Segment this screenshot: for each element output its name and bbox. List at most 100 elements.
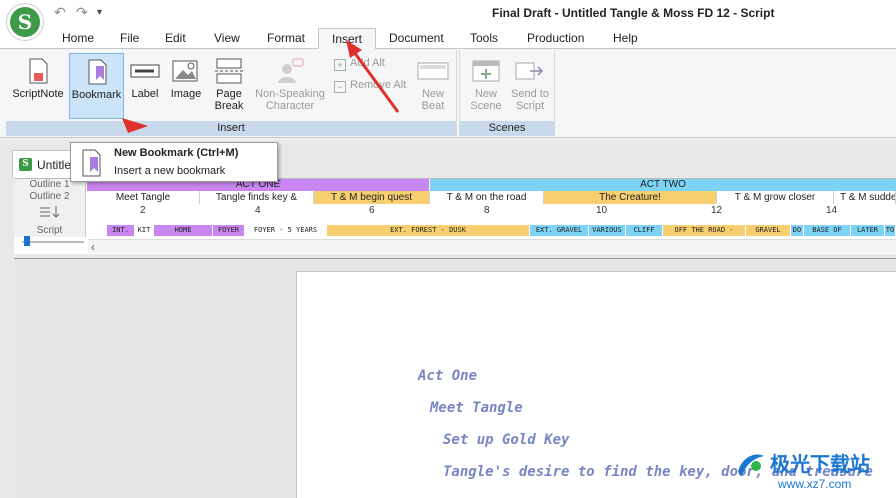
- undo-icon[interactable]: ↶: [54, 4, 66, 21]
- outline1-act-two[interactable]: ACT TWO: [430, 179, 896, 191]
- scene-block[interactable]: VARIOUS: [589, 225, 626, 236]
- window-title: Final Draft - Untitled Tangle & Moss FD …: [492, 6, 775, 20]
- scriptnote-button[interactable]: ScriptNote: [8, 53, 68, 119]
- outline2-item[interactable]: T & M on the road: [430, 191, 544, 204]
- scriptnote-label: ScriptNote: [12, 88, 64, 100]
- scene-block[interactable]: FOYER: [213, 225, 245, 236]
- outline2-item[interactable]: T & M begin quest: [314, 191, 430, 204]
- outline2-item[interactable]: T & M sudde: [834, 191, 896, 204]
- scene-block[interactable]: OFF THE ROAD -: [663, 225, 746, 236]
- navigator-scrollbar[interactable]: ‹: [88, 239, 896, 254]
- zoom-slider-thumb[interactable]: [24, 236, 30, 246]
- scene-block-label: EXT. GRAVEL: [535, 226, 583, 234]
- watermark-logo-icon: [738, 454, 764, 476]
- structure-navigator: Outline 1 Outline 2 Script ACT ONE ACT T…: [14, 178, 896, 254]
- scene-block[interactable]: INT.: [107, 225, 135, 236]
- outline2-item-label: T & M sudde: [840, 192, 896, 203]
- tab-production[interactable]: Production: [527, 31, 584, 45]
- scene-block-label: EXT. FOREST - DUSK: [390, 226, 466, 234]
- tab-edit[interactable]: Edit: [165, 31, 186, 45]
- new-scene-label-2: Scene: [470, 100, 502, 112]
- non-speaking-character-button[interactable]: Non-Speaking Character: [252, 53, 328, 119]
- bookmark-tooltip[interactable]: New Bookmark (Ctrl+M) Insert a new bookm…: [70, 142, 278, 182]
- scenes-group: New Scene Send to Script Scenes: [459, 50, 555, 136]
- new-beat-label-1: New: [421, 88, 444, 100]
- outline2-item[interactable]: Tangle finds key &: [200, 191, 314, 204]
- insert-group-label: Insert: [6, 121, 456, 136]
- scene-block[interactable]: FOYER - 5 YEARS: [245, 225, 327, 236]
- image-button[interactable]: Image: [166, 53, 206, 119]
- non-speaking-label-2: Character: [265, 100, 315, 112]
- ribbon-tab-bar: Home File Edit View Format Insert Docume…: [0, 28, 896, 50]
- image-icon: [172, 60, 198, 82]
- send-to-script-icon: [515, 62, 544, 80]
- redo-icon[interactable]: ↷: [76, 4, 88, 21]
- remove-alt-button[interactable]: − Remove Alt: [334, 79, 406, 93]
- final-draft-logo-icon: S: [10, 7, 40, 37]
- label-button[interactable]: Label: [126, 53, 164, 119]
- non-speaking-label-1: Non-Speaking: [255, 88, 325, 100]
- scene-block[interactable]: EXT. FOREST - DUSK: [327, 225, 530, 236]
- outline2-item[interactable]: The Creature!: [544, 191, 717, 204]
- scene-block[interactable]: CLIFF: [626, 225, 663, 236]
- quick-access-menu-icon[interactable]: ▾: [97, 7, 102, 18]
- send-to-script-button[interactable]: Send to Script: [508, 53, 552, 119]
- scene-block-label: TO: [885, 226, 895, 234]
- document-tab-label: Untitle: [37, 158, 72, 172]
- outline-2-label: Outline 2: [14, 191, 86, 203]
- page-break-label-2: Break: [214, 100, 244, 112]
- watermark-sub-text: www.xz7.com: [778, 477, 852, 491]
- scene-block[interactable]: BASE OF: [804, 225, 851, 236]
- document-area: S Untitle Outline 1 Outline 2 Script ACT…: [0, 140, 896, 498]
- ruler-tick: 6: [369, 205, 375, 216]
- ruler-tick: 14: [826, 205, 838, 216]
- non-speaking-character-icon: [278, 58, 304, 83]
- label-label: Label: [131, 88, 159, 100]
- outline2-item[interactable]: Meet Tangle: [87, 191, 200, 204]
- add-alt-button[interactable]: + Add Alt: [334, 57, 385, 71]
- new-scene-icon: [472, 60, 500, 82]
- scene-block[interactable]: LATER: [851, 225, 885, 236]
- scene-block-label: VARIOUS: [592, 226, 622, 234]
- new-beat-button[interactable]: New Beat: [412, 53, 454, 119]
- scroll-left-icon[interactable]: ‹: [91, 240, 95, 254]
- bookmark-button[interactable]: Bookmark: [69, 53, 124, 119]
- tab-help[interactable]: Help: [613, 31, 638, 45]
- script-line-sequence[interactable]: Meet Tangle: [430, 400, 523, 416]
- tab-file[interactable]: File: [120, 31, 139, 45]
- scene-block-label: OFF THE ROAD -: [674, 226, 734, 234]
- tooltip-description: Insert a new bookmark: [114, 165, 226, 177]
- tab-home[interactable]: Home: [62, 31, 94, 45]
- scene-block[interactable]: TO: [885, 225, 896, 236]
- scene-block-label: DO: [792, 226, 802, 234]
- tab-document[interactable]: Document: [389, 31, 444, 45]
- scene-block[interactable]: HOME: [154, 225, 213, 236]
- scene-block[interactable]: EXT. GRAVEL: [530, 225, 589, 236]
- scene-block[interactable]: DO: [791, 225, 804, 236]
- app-logo[interactable]: S: [6, 3, 44, 41]
- scene-block-label: INT.: [112, 226, 129, 234]
- page-break-button[interactable]: Page Break: [208, 53, 250, 119]
- insert-group: ScriptNote Bookmark Label Image Page Bre…: [6, 50, 457, 136]
- tab-view[interactable]: View: [214, 31, 240, 45]
- scene-block-label: CLIFF: [633, 226, 655, 234]
- remove-alt-icon: −: [334, 81, 346, 93]
- outline2-item-label: Meet Tangle: [115, 192, 171, 203]
- zoom-slider-track[interactable]: [22, 241, 84, 243]
- script-line-scene[interactable]: Set up Gold Key: [443, 432, 569, 448]
- scene-block[interactable]: GRAVEL: [746, 225, 791, 236]
- script-line-act[interactable]: Act One: [418, 368, 477, 384]
- tab-tools[interactable]: Tools: [470, 31, 498, 45]
- ruler-tick: 2: [140, 205, 146, 216]
- new-beat-icon: [417, 62, 449, 80]
- scene-block-label: FOYER: [217, 226, 240, 234]
- ruler-tick: 4: [255, 205, 261, 216]
- sort-lines-icon: [39, 206, 59, 218]
- add-alt-icon: +: [334, 59, 346, 71]
- new-scene-button[interactable]: New Scene: [464, 53, 508, 119]
- outline2-item[interactable]: T & M grow closer: [717, 191, 834, 204]
- sort-icon[interactable]: [14, 203, 86, 225]
- scene-block[interactable]: KIT: [135, 225, 154, 236]
- tab-insert[interactable]: Insert: [318, 28, 377, 50]
- tab-format[interactable]: Format: [267, 31, 305, 45]
